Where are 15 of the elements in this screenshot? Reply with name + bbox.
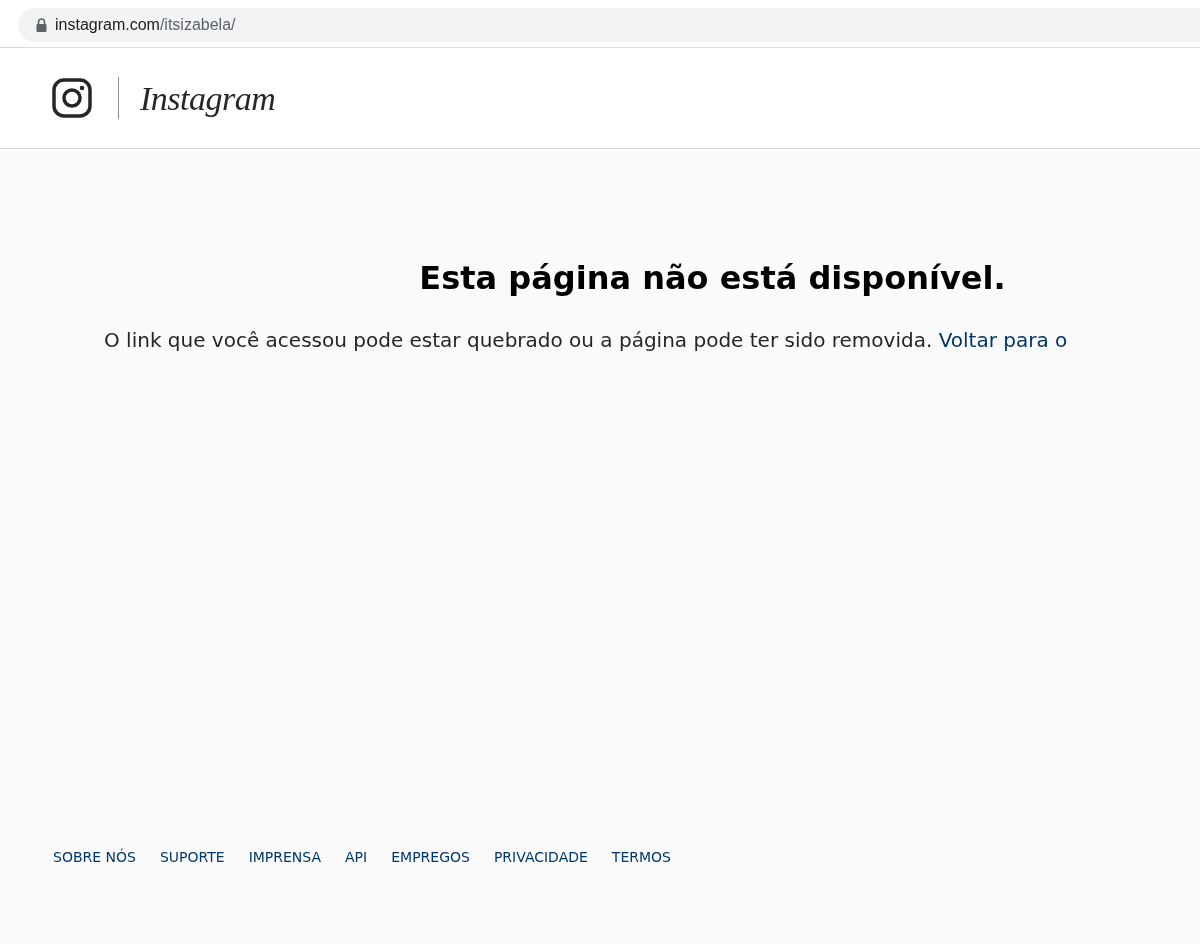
camera-icon[interactable] [52, 78, 92, 118]
footer-link[interactable]: SUPORTE [159, 847, 225, 869]
footer-link[interactable]: API [345, 847, 368, 869]
instagram-wordmark[interactable]: Instagram [140, 72, 276, 124]
error-message: O link que você acessou pode estar quebrado ou a página pode ter sido removida. Voltar para o [104, 327, 1069, 355]
lock-icon [36, 18, 47, 32]
footer-link[interactable]: SOBRE NÓS [53, 847, 136, 869]
url-text: instagram.com/itsizabela/ [55, 15, 236, 35]
error-title: Esta página não está disponível. [419, 259, 1006, 298]
footer-link[interactable]: IMPRENSA [248, 847, 322, 869]
footer-link[interactable]: PRIVACIDADE [493, 847, 588, 869]
footer-link[interactable]: TERMOS [611, 847, 671, 869]
footer-link[interactable]: EMPREGOS [391, 847, 470, 869]
address-bar[interactable]: instagram.com/itsizabela/ [18, 8, 1200, 42]
back-link[interactable]: Voltar para o [938, 328, 1068, 353]
